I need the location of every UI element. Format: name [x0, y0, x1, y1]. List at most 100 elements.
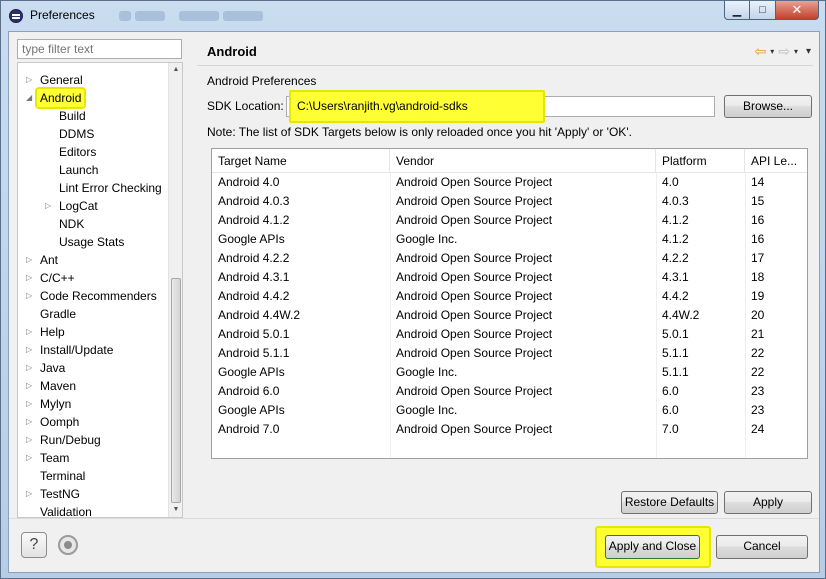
view-menu-icon[interactable]: ▾	[806, 46, 811, 57]
expand-arrow-icon[interactable]: ◢	[26, 89, 36, 107]
table-cell: Android 4.3.1	[218, 270, 290, 284]
expand-arrow-icon[interactable]: ▷	[26, 413, 36, 431]
tree-item-label: Ant	[40, 253, 59, 267]
tree-item-label: Java	[40, 361, 66, 375]
table-row[interactable]: Android 4.0.3 Android Open Source Project…	[212, 192, 807, 211]
table-cell: Android Open Source Project	[396, 194, 553, 208]
forward-dropdown-icon[interactable]: ▾	[794, 47, 798, 56]
tree-item-label: NDK	[59, 217, 85, 231]
back-dropdown-icon[interactable]: ▾	[770, 47, 774, 56]
table-cell: Android Open Source Project	[396, 346, 553, 360]
splitter[interactable]	[189, 32, 191, 517]
window-title: Preferences	[30, 8, 95, 22]
table-cell: Google APIs	[218, 365, 285, 379]
table-cell: 4.4.2	[662, 289, 689, 303]
expand-arrow-icon[interactable]: ▷	[26, 377, 36, 395]
minimize-button[interactable]: ▁	[724, 1, 750, 20]
scroll-down-icon[interactable]: ▼	[169, 503, 182, 517]
tree-item-label: Gradle	[40, 307, 77, 321]
table-cell: 5.1.1	[662, 346, 689, 360]
expand-arrow-icon[interactable]: ▷	[26, 323, 36, 341]
reload-note: Note: The list of SDK Targets below is o…	[207, 125, 632, 139]
restore-defaults-button[interactable]: Restore Defaults	[621, 491, 718, 514]
table-cell: 4.2.2	[662, 251, 689, 265]
table-row[interactable]: Android 4.0 Android Open Source Project 4.…	[212, 173, 807, 192]
table-cell: Android 4.0.3	[218, 194, 290, 208]
back-arrow-icon[interactable]: ⇦	[754, 43, 766, 60]
cancel-button[interactable]: Cancel	[716, 535, 808, 559]
blurred-icon	[179, 11, 219, 21]
maximize-button[interactable]: □	[750, 1, 776, 20]
expand-arrow-icon[interactable]: ▷	[26, 395, 36, 413]
table-row[interactable]: Android 4.4W.2 Android Open Source Projec…	[212, 306, 807, 325]
close-button[interactable]: ✕	[776, 1, 819, 20]
table-row[interactable]: Android 4.2.2 Android Open Source Project…	[212, 249, 807, 268]
table-row[interactable]: Android 6.0 Android Open Source Project 6.…	[212, 382, 807, 401]
forward-arrow-icon[interactable]: ⇨	[778, 43, 790, 60]
blurred-icon	[119, 11, 131, 21]
table-cell: Android 4.4W.2	[218, 308, 301, 322]
table-cell: Android Open Source Project	[396, 251, 553, 265]
table-cell: Google APIs	[218, 232, 285, 246]
table-row[interactable]: Android 4.3.1 Android Open Source Project…	[212, 268, 807, 287]
tree-item-label: TestNG	[40, 487, 81, 501]
tree-item-label: Terminal	[40, 469, 86, 483]
expand-arrow-icon[interactable]: ▷	[26, 269, 36, 287]
apply-and-close-button[interactable]: Apply and Close	[605, 535, 700, 559]
col-header-platform[interactable]: Platform	[656, 149, 745, 173]
table-row[interactable]: Android 7.0 Android Open Source Project 7.…	[212, 420, 807, 439]
table-cell: Android Open Source Project	[396, 327, 553, 341]
col-header-target[interactable]: Target Name	[212, 149, 390, 173]
table-row[interactable]: Android 4.4.2 Android Open Source Project…	[212, 287, 807, 306]
scroll-up-icon[interactable]: ▲	[169, 63, 182, 77]
expand-arrow-icon[interactable]: ▷	[45, 197, 55, 215]
scroll-thumb[interactable]	[171, 278, 181, 503]
table-cell: Android Open Source Project	[396, 213, 553, 227]
expand-arrow-icon[interactable]: ▷	[26, 485, 36, 503]
table-cell: 5.0.1	[662, 327, 689, 341]
browse-button[interactable]: Browse...	[724, 95, 812, 118]
expand-arrow-icon[interactable]: ▷	[26, 287, 36, 305]
col-header-api[interactable]: API Le...	[745, 149, 807, 173]
tree-item-label: Maven	[40, 379, 77, 393]
expand-arrow-icon[interactable]: ▷	[26, 251, 36, 269]
table-cell: 22	[751, 346, 765, 360]
col-header-vendor[interactable]: Vendor	[390, 149, 656, 173]
table-cell: Android Open Source Project	[396, 289, 553, 303]
expand-arrow-icon[interactable]: ▷	[26, 359, 36, 377]
table-row[interactable]: Android 5.0.1 Android Open Source Project…	[212, 325, 807, 344]
expand-arrow-icon[interactable]: ▷	[26, 71, 36, 89]
filter-input[interactable]	[17, 39, 182, 59]
tree-item-label: C/C++	[40, 271, 75, 285]
table-cell: 18	[751, 270, 765, 284]
table-cell: Android 4.2.2	[218, 251, 290, 265]
sdk-location-input[interactable]: C:\Users\ranjith.vg\android-sdks	[286, 90, 715, 123]
preference-tree: ▷ General ◢ Android Build DDMS Editors Launch Li…	[17, 62, 183, 518]
help-icon: ?	[29, 536, 39, 553]
table-row[interactable]: Google APIs Google Inc. 5.1.1 22	[212, 363, 807, 382]
table-row[interactable]: Google APIs Google Inc. 6.0 23	[212, 401, 807, 420]
expand-arrow-icon[interactable]: ▷	[26, 431, 36, 449]
table-cell: 15	[751, 194, 765, 208]
table-cell: Google Inc.	[396, 232, 458, 246]
table-cell: Android Open Source Project	[396, 270, 553, 284]
title-bar[interactable]: Preferences ▁ □ ✕	[1, 1, 825, 31]
table-cell: 4.4W.2	[662, 308, 700, 322]
table-cell: 23	[751, 403, 765, 417]
tree-scrollbar[interactable]: ▲ ▼	[168, 63, 182, 517]
table-row[interactable]: Android 4.1.2 Android Open Source Project…	[212, 211, 807, 230]
tree-item-label: Install/Update	[40, 343, 114, 357]
apply-button[interactable]: Apply	[724, 491, 812, 514]
table-row[interactable]: Google APIs Google Inc. 4.1.2 16	[212, 230, 807, 249]
table-cell: 21	[751, 327, 765, 341]
table-cell: Android 5.1.1	[218, 346, 290, 360]
table-row[interactable]: Android 5.1.1 Android Open Source Project…	[212, 344, 807, 363]
table-cell: Android Open Source Project	[396, 175, 553, 189]
expand-arrow-icon[interactable]: ▷	[26, 449, 36, 467]
sdk-location-label: SDK Location:	[207, 99, 284, 113]
table-cell: 17	[751, 251, 765, 265]
expand-arrow-icon[interactable]: ▷	[26, 341, 36, 359]
help-button[interactable]: ?	[21, 532, 47, 558]
record-icon[interactable]	[58, 535, 78, 555]
table-body: Android 4.0 Android Open Source Project 4.…	[212, 173, 807, 439]
